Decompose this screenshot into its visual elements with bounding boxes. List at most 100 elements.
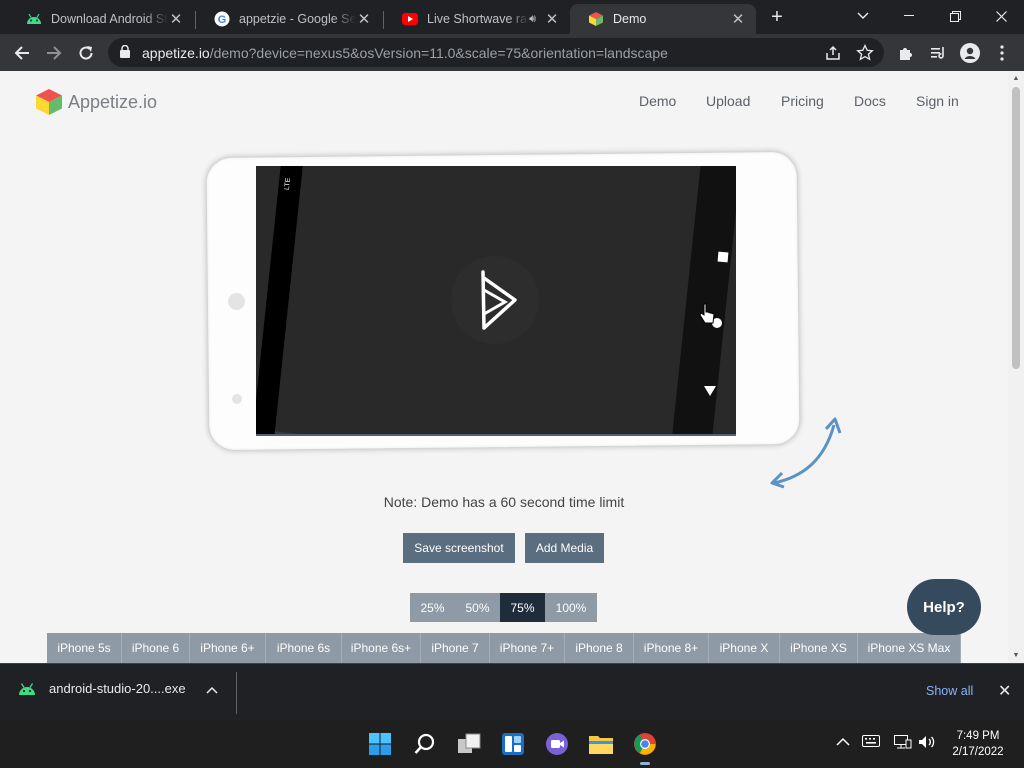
address-bar[interactable]: appetize.io/demo?device=nexus5&osVersion… (108, 38, 884, 67)
chrome-menu-icon[interactable] (988, 39, 1016, 67)
extensions-icon[interactable] (892, 39, 920, 67)
device-sensor (232, 394, 242, 404)
teams-chat-icon[interactable] (543, 730, 571, 758)
device-iphone-8-plus[interactable]: iPhone 8+ (634, 633, 709, 663)
close-tab-icon[interactable]: ✕ (356, 11, 372, 28)
tab-download-android-studio[interactable]: Download Android Studio ✕ (8, 4, 194, 34)
clock-date: 2/17/2022 (952, 746, 1004, 758)
tab-search-icon[interactable] (840, 0, 886, 32)
download-filename: android-studio-20....exe (49, 681, 186, 696)
youtube-icon (402, 11, 418, 27)
device-iphone-x[interactable]: iPhone X (709, 633, 780, 663)
device-camera (228, 293, 245, 310)
nav-demo[interactable]: Demo (639, 93, 676, 109)
nav-pricing[interactable]: Pricing (781, 93, 824, 109)
search-icon[interactable] (411, 730, 439, 758)
close-window-button[interactable] (978, 0, 1024, 32)
system-clock[interactable]: 7:49 PM 2/17/2022 (950, 728, 1006, 760)
tab-title: appetzie - Google Search (239, 12, 356, 26)
network-icon[interactable] (894, 735, 912, 752)
chevron-up-icon[interactable] (206, 683, 218, 697)
add-media-button[interactable]: Add Media (525, 533, 604, 563)
device-iphone-xs-max[interactable]: iPhone XS Max (858, 633, 961, 663)
recents-button-icon[interactable] (716, 250, 730, 264)
speaker-icon[interactable]: 🔊︎ (529, 13, 536, 26)
save-screenshot-button[interactable]: Save screenshot (403, 533, 515, 563)
scale-selector: 25% 50% 75% 100% (410, 593, 597, 622)
show-hidden-icons-chevron[interactable] (836, 735, 850, 750)
android-icon (26, 11, 42, 27)
close-tab-icon[interactable]: ✕ (168, 11, 184, 28)
close-tab-icon[interactable]: ✕ (544, 11, 560, 28)
reload-icon[interactable] (72, 39, 100, 67)
scale-25[interactable]: 25% (410, 593, 455, 622)
back-icon[interactable] (8, 39, 36, 67)
forward-icon[interactable] (40, 39, 68, 67)
status-bar-text: LTE (283, 177, 293, 191)
scale-75[interactable]: 75% (500, 593, 545, 622)
tab-title: Live Shortwave radio (427, 12, 529, 26)
device-iphone-6[interactable]: iPhone 6 (122, 633, 190, 663)
url-text: appetize.io/demo?device=nexus5&osVersion… (142, 45, 668, 61)
logo-text: Appetize.io (68, 91, 158, 112)
close-tab-icon[interactable]: ✕ (730, 11, 746, 28)
profile-avatar[interactable] (956, 39, 984, 67)
media-control-icon[interactable] (924, 39, 952, 67)
widgets-icon[interactable] (499, 730, 527, 758)
google-icon: G (214, 11, 230, 27)
share-icon[interactable] (824, 44, 842, 62)
tab-google-search[interactable]: G appetzie - Google Search ✕ (196, 4, 382, 34)
scroll-up-icon[interactable]: ▲ (1012, 75, 1020, 82)
back-button-icon[interactable] (702, 384, 718, 398)
device-iphone-7[interactable]: iPhone 7 (421, 633, 490, 663)
android-studio-file-icon (19, 682, 35, 695)
device-iphone-6s[interactable]: iPhone 6s (266, 633, 342, 663)
device-iphone-xs[interactable]: iPhone XS (780, 633, 858, 663)
help-chat-button[interactable]: Help? (907, 579, 981, 635)
page-scrollbar[interactable]: ▲ ▼ (1008, 71, 1024, 663)
download-item[interactable]: android-studio-20....exe (18, 681, 186, 696)
lock-icon[interactable] (120, 44, 130, 63)
tab-live-shortwave-radio[interactable]: Live Shortwave radio 🔊︎ ✕ (384, 4, 570, 34)
device-selector: iPhone 5s iPhone 6 iPhone 6+ iPhone 6s i… (47, 633, 961, 663)
new-tab-button[interactable]: + (766, 6, 788, 28)
minimize-button[interactable] (886, 0, 932, 32)
scroll-down-icon[interactable]: ▼ (1012, 652, 1020, 659)
bookmark-star-icon[interactable] (856, 43, 874, 62)
chrome-taskbar-icon[interactable] (631, 730, 659, 765)
appetize-logo[interactable]: Appetize.io (34, 87, 157, 117)
emulator-screen[interactable]: LTE (256, 166, 736, 436)
keyboard-icon[interactable] (862, 735, 880, 750)
browser-toolbar: appetize.io/demo?device=nexus5&osVersion… (0, 34, 1024, 71)
scale-50[interactable]: 50% (455, 593, 500, 622)
volume-icon[interactable] (918, 735, 936, 752)
device-iphone-7-plus[interactable]: iPhone 7+ (490, 633, 565, 663)
appetize-cube-icon (36, 89, 62, 115)
page-viewport: Appetize.io Demo Upload Pricing Docs Sig… (0, 71, 1024, 663)
restore-button[interactable] (932, 0, 978, 32)
nav-upload[interactable]: Upload (706, 93, 750, 109)
svg-text:G: G (218, 14, 227, 26)
tab-strip: Download Android Studio ✕ G appetzie - G… (0, 0, 1024, 34)
close-shelf-icon[interactable]: ✕ (998, 681, 1011, 701)
rotate-device-icon[interactable] (762, 411, 842, 491)
nav-docs[interactable]: Docs (854, 93, 886, 109)
device-iphone-8[interactable]: iPhone 8 (565, 633, 634, 663)
time-limit-note: Note: Demo has a 60 second time limit (383, 494, 625, 510)
shelf-divider (236, 672, 237, 714)
device-iphone-6s-plus[interactable]: iPhone 6s+ (342, 633, 421, 663)
file-explorer-icon[interactable] (587, 730, 615, 758)
nav-sign-in[interactable]: Sign in (916, 93, 959, 109)
mouse-cursor-hand-icon (699, 303, 715, 324)
windows-start-icon[interactable] (366, 730, 394, 758)
task-view-icon[interactable] (455, 730, 483, 758)
scale-100[interactable]: 100% (545, 593, 597, 622)
scrollbar-thumb[interactable] (1012, 87, 1020, 369)
tab-title: Demo (613, 12, 647, 26)
app-logo-icon (481, 270, 517, 330)
tab-demo[interactable]: Demo ✕ (570, 4, 756, 34)
device-iphone-5s[interactable]: iPhone 5s (47, 633, 122, 663)
tab-title: Download Android Studio (51, 12, 168, 26)
device-iphone-6-plus[interactable]: iPhone 6+ (190, 633, 266, 663)
show-all-downloads-link[interactable]: Show all (926, 684, 973, 698)
